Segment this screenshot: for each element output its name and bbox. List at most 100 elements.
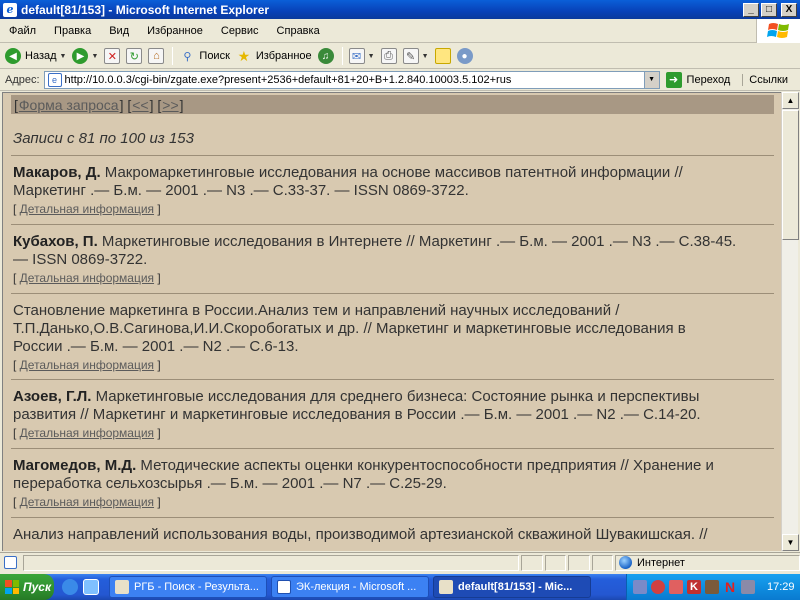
window-controls: _ □ X — [743, 2, 797, 17]
chevron-down-icon[interactable]: ▼ — [368, 53, 375, 60]
entry-author: Магомедов, М.Д. — [13, 457, 137, 474]
media-button[interactable]: ♫ — [316, 45, 336, 67]
menu-favorites[interactable]: Избранное — [138, 25, 212, 37]
edit-button[interactable]: ✎ ▼ — [401, 45, 431, 67]
home-button[interactable]: ⌂ — [146, 45, 166, 67]
explorer-quicklaunch-icon[interactable] — [83, 579, 99, 595]
links-button[interactable]: Ссылки — [742, 74, 788, 86]
page-icon: e — [47, 73, 62, 87]
n-icon[interactable]: N — [723, 580, 737, 594]
mail-button[interactable]: ✉ ▼ — [347, 45, 377, 67]
forward-button[interactable]: ▶ ▼ — [70, 45, 100, 67]
scroll-thumb[interactable] — [782, 110, 799, 240]
standard-toolbar: ◀ Назад ▼ ▶ ▼ ✕ ↻ ⌂ ⚲ Поиск ★ Избранное … — [0, 44, 800, 69]
refresh-icon: ↻ — [126, 48, 143, 64]
taskbar-task-active[interactable]: default[81/153] - Mic... — [433, 576, 591, 598]
menu-file[interactable]: Файл — [0, 25, 45, 37]
k-icon[interactable]: K — [687, 580, 701, 594]
menu-view[interactable]: Вид — [100, 25, 138, 37]
favorites-button[interactable]: ★ Избранное — [234, 45, 314, 67]
entry-text: Маркетинговые исследования в Интернете /… — [97, 233, 737, 250]
taskbar-task[interactable]: ЭК-лекция - Microsoft ... — [271, 576, 429, 598]
back-button[interactable]: ◀ Назад ▼ — [3, 45, 68, 67]
next-page-link[interactable]: >> — [162, 97, 178, 113]
entry-author: Азоев, Г.Л. — [13, 388, 92, 405]
ie-window-icon — [115, 580, 129, 594]
zone-label: Интернет — [636, 556, 685, 569]
window-title: default[81/153] - Microsoft Internet Exp… — [21, 2, 270, 17]
list-item: Магомедов, М.Д. Методические аспекты оце… — [13, 457, 773, 510]
printer-icon: ⎙ — [380, 48, 397, 64]
detail-info: [ Детальная информация ] — [13, 495, 161, 509]
vertical-scrollbar[interactable]: ▲ ▼ — [781, 92, 799, 551]
mail-icon: ✉ — [348, 48, 365, 64]
query-form-link[interactable]: Форма запроса — [19, 97, 119, 113]
entry-text: Методические аспекты оценки конкурентосп… — [136, 457, 714, 474]
entry-text: России .— Б.м. — 2001 .— N2 .— С.6-13. — [13, 338, 299, 355]
entry-text: переработка сельхозсырья .— Б.м. — 2001 … — [13, 475, 447, 492]
detail-info: [ Детальная информация ] — [13, 271, 161, 285]
search-button[interactable]: ⚲ Поиск — [177, 45, 231, 67]
address-input[interactable]: e http://10.0.0.3/cgi-bin/zgate.exe?pres… — [43, 71, 660, 89]
minimize-button[interactable]: _ — [743, 2, 759, 17]
list-item: Кубахов, П. Маркетинговые исследования в… — [13, 233, 773, 286]
menu-tools[interactable]: Сервис — [212, 25, 268, 37]
task-label: РГБ - Поиск - Результа... — [134, 581, 259, 593]
globe-icon — [618, 556, 632, 569]
scroll-up-button[interactable]: ▲ — [782, 92, 799, 109]
discuss-button[interactable] — [433, 45, 453, 67]
network-icon[interactable] — [633, 580, 647, 594]
messenger-button[interactable]: ● — [455, 45, 475, 67]
detail-info-link[interactable]: Детальная информация — [20, 495, 154, 509]
chevron-down-icon[interactable]: ▼ — [422, 53, 429, 60]
chevron-down-icon[interactable]: ▼ — [91, 53, 98, 60]
detail-info-link[interactable]: Детальная информация — [20, 358, 154, 372]
taskbar-task[interactable]: РГБ - Поиск - Результа... — [109, 576, 267, 598]
status-pane — [544, 554, 567, 571]
divider — [11, 224, 774, 225]
menu-help[interactable]: Справка — [268, 25, 329, 37]
address-url[interactable]: http://10.0.0.3/cgi-bin/zgate.exe?presen… — [65, 74, 644, 86]
back-arrow-icon: ◀ — [5, 48, 21, 64]
word-icon — [277, 580, 291, 594]
chevron-down-icon[interactable]: ▼ — [643, 72, 659, 88]
address-bar: Адрес: e http://10.0.0.3/cgi-bin/zgate.e… — [0, 70, 800, 91]
detail-info-link[interactable]: Детальная информация — [20, 202, 154, 216]
back-label: Назад — [25, 50, 57, 62]
security-icon[interactable] — [669, 580, 683, 594]
entry-text: Становление маркетинга в России.Анализ т… — [13, 302, 620, 319]
search-icon: ⚲ — [183, 50, 192, 63]
print-button[interactable]: ⎙ — [379, 45, 399, 67]
menu-bar: Файл Правка Вид Избранное Сервис Справка — [0, 19, 800, 43]
status-message — [22, 554, 520, 571]
tool-icon[interactable] — [705, 580, 719, 594]
entry-author: Макаров, Д. — [13, 164, 101, 181]
scroll-down-button[interactable]: ▼ — [782, 534, 799, 551]
ie-quicklaunch-icon[interactable] — [62, 579, 78, 595]
star-icon: ★ — [237, 47, 251, 64]
list-item: Анализ направлений использования воды, п… — [13, 526, 773, 544]
clock[interactable]: 17:29 — [767, 581, 795, 593]
menu-edit[interactable]: Правка — [45, 25, 100, 37]
address-label: Адрес: — [5, 74, 40, 86]
detail-info-link[interactable]: Детальная информация — [20, 426, 154, 440]
start-button[interactable]: Пуск — [0, 574, 54, 600]
antivirus-icon[interactable] — [651, 580, 665, 594]
maximize-button[interactable]: □ — [761, 2, 777, 17]
chevron-down-icon[interactable]: ▼ — [60, 53, 67, 60]
prev-page-link[interactable]: << — [132, 97, 148, 113]
divider — [11, 379, 774, 380]
status-pane — [521, 554, 543, 571]
records-count: Записи с 81 по 100 из 153 — [13, 130, 194, 147]
go-button[interactable]: ➜ Переход — [665, 72, 730, 88]
detail-info-link[interactable]: Детальная информация — [20, 271, 154, 285]
refresh-button[interactable]: ↻ — [124, 45, 144, 67]
task-label: default[81/153] - Mic... — [458, 581, 573, 593]
volume-icon[interactable] — [741, 580, 755, 594]
windows-flag-icon — [5, 580, 19, 594]
divider — [11, 448, 774, 449]
entry-text: развития // Маркетинг и маркетинговые ис… — [13, 406, 701, 423]
entry-text: Маркетинг .— Б.м. — 2001 .— N3 .— С.33-3… — [13, 182, 469, 199]
close-button[interactable]: X — [781, 2, 797, 17]
stop-button[interactable]: ✕ — [102, 45, 122, 67]
